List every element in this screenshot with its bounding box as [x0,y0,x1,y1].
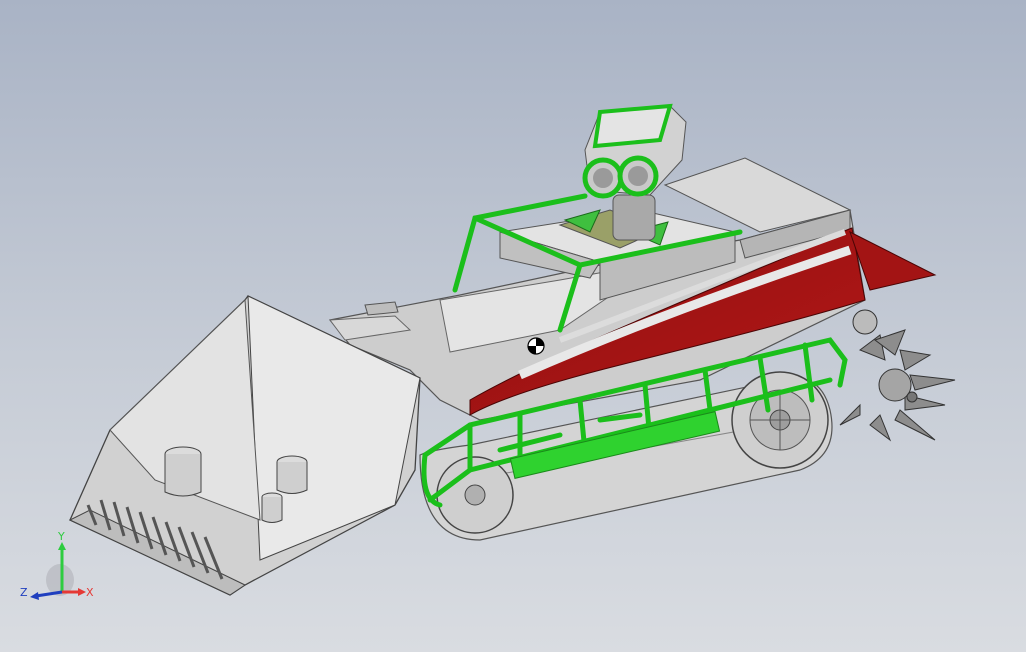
origin-marker-icon[interactable] [526,336,546,356]
reference-triad: Y X Z [20,530,94,600]
model-3d-view[interactable] [0,0,1026,652]
seat-column [612,194,656,241]
y-axis-label: Y [57,530,65,543]
rotary-tiller[interactable] [839,309,956,442]
graphics-viewport[interactable]: Y X Z [0,0,1026,652]
z-axis-label: Z [20,586,28,599]
x-axis-label: X [86,586,94,599]
